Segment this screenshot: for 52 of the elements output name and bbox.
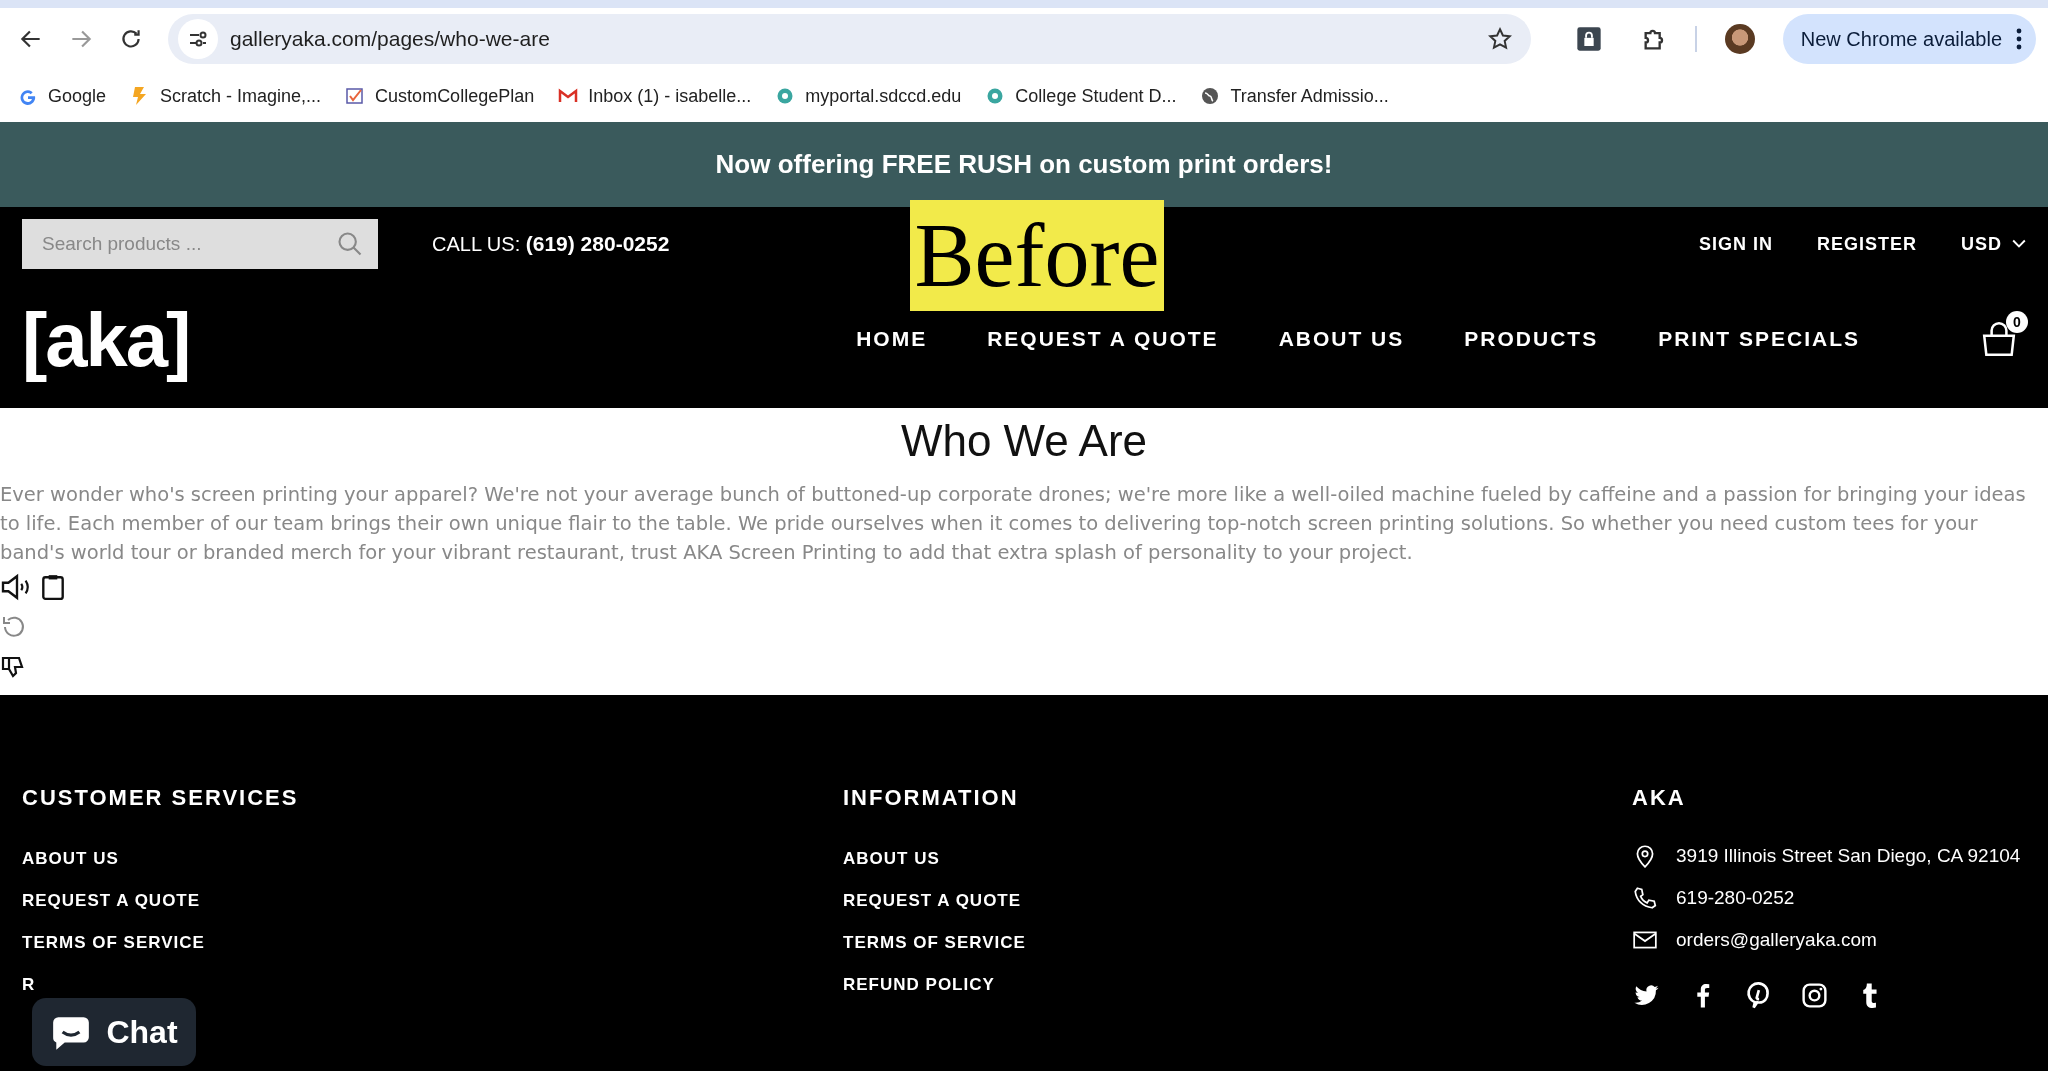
update-button[interactable]: New Chrome available — [1782, 14, 2036, 64]
footer-link[interactable]: REFUND POLICY — [843, 975, 995, 995]
account-link[interactable]: SIGN IN — [1698, 233, 1773, 255]
bookmark[interactable]: Inbox (1) - isabelle... — [558, 85, 752, 107]
bookmark[interactable]: Transfer Admissio... — [1200, 85, 1389, 107]
before-label: Before — [910, 200, 1164, 311]
nav-link[interactable]: HOME — [856, 327, 928, 351]
footer-link[interactable]: REQUEST A QUOTE — [843, 891, 1022, 911]
profile-avatar[interactable] — [1724, 24, 1755, 54]
contact-text: 619-280-0252 — [1676, 887, 1795, 909]
search-field[interactable]: Search products ... — [22, 219, 378, 269]
contact-text: orders@galleryaka.com — [1676, 929, 1877, 951]
bookmark[interactable]: CustomCollegePlan — [345, 85, 535, 107]
more-icon — [2016, 28, 2022, 50]
instagram-icon[interactable] — [1800, 981, 1829, 1010]
bookmark[interactable]: myportal.sdccd.edu — [775, 85, 962, 107]
phone-icon — [1632, 885, 1658, 911]
footer-link[interactable]: REQUEST A QUOTE — [22, 891, 201, 911]
footer-heading: CUSTOMER SERVICES — [22, 785, 299, 811]
cart-count-badge: 0 — [2006, 311, 2028, 333]
bookmark[interactable]: College Student D... — [985, 85, 1177, 107]
currency-selector[interactable]: USD — [1961, 233, 2026, 255]
lock-extension-icon[interactable] — [1574, 25, 1603, 53]
footer-heading: INFORMATION — [843, 785, 1019, 811]
nav-link[interactable]: PRINT SPECIALS — [1658, 327, 1860, 351]
call-us-text: CALL US: (619) 280-0252 — [432, 232, 670, 256]
footer-link[interactable]: ABOUT US — [22, 849, 119, 869]
nav-link[interactable]: PRODUCTS — [1464, 327, 1599, 351]
announcement-text: Now offering FREE RUSH on custom print orders! — [715, 149, 1333, 180]
star-icon[interactable] — [1486, 26, 1513, 52]
body-paragraph: Ever wonder who's screen printing your apparel? We're not your average bunch of buttoned-up corporate drones; we're more like a well-oiled machine fueled by caffeine and a passion for bringing your ideas to life. Each member of our team brings their own unique flair to the table. We pride ourselves when it comes to delivering top-notch screen printing solutions. So whether you need custom tees for your band's world tour or branded merch for your vibrant restaurant, trust AKA Screen Printing to add that extra splash of personality to your project. — [0, 482, 2027, 566]
footer-heading: AKA — [1632, 785, 1686, 811]
site-settings-icon[interactable] — [178, 19, 218, 59]
clipboard-icon[interactable] — [40, 573, 66, 601]
contact-text: 3919 Illinois Street San Diego, CA 92104 — [1676, 845, 2021, 867]
chevron-down-icon — [2012, 239, 2026, 249]
footer-link[interactable]: TERMS OF SERVICE — [22, 933, 205, 953]
nav-link[interactable]: ABOUT US — [1278, 327, 1405, 351]
address-bar[interactable]: galleryaka.com/pages/who-we-are — [168, 14, 1531, 64]
footer-link[interactable]: ABOUT US — [843, 849, 940, 869]
logo[interactable]: [aka] — [22, 295, 190, 383]
chat-button[interactable]: Chat — [32, 998, 196, 1066]
check-favicon-icon — [345, 86, 366, 106]
nav-link[interactable]: REQUEST A QUOTE — [987, 327, 1219, 351]
globe-favicon-icon — [1200, 86, 1221, 106]
bookmark[interactable]: Scratch - Imagine,... — [130, 85, 322, 107]
footer-link[interactable]: R — [22, 975, 36, 995]
footer-link[interactable]: TERMS OF SERVICE — [843, 933, 1026, 953]
bookmark[interactable]: Google — [18, 85, 107, 107]
search-icon[interactable] — [336, 230, 364, 258]
page-title: Who We Are — [899, 416, 1149, 466]
account-link[interactable]: REGISTER — [1816, 233, 1917, 255]
